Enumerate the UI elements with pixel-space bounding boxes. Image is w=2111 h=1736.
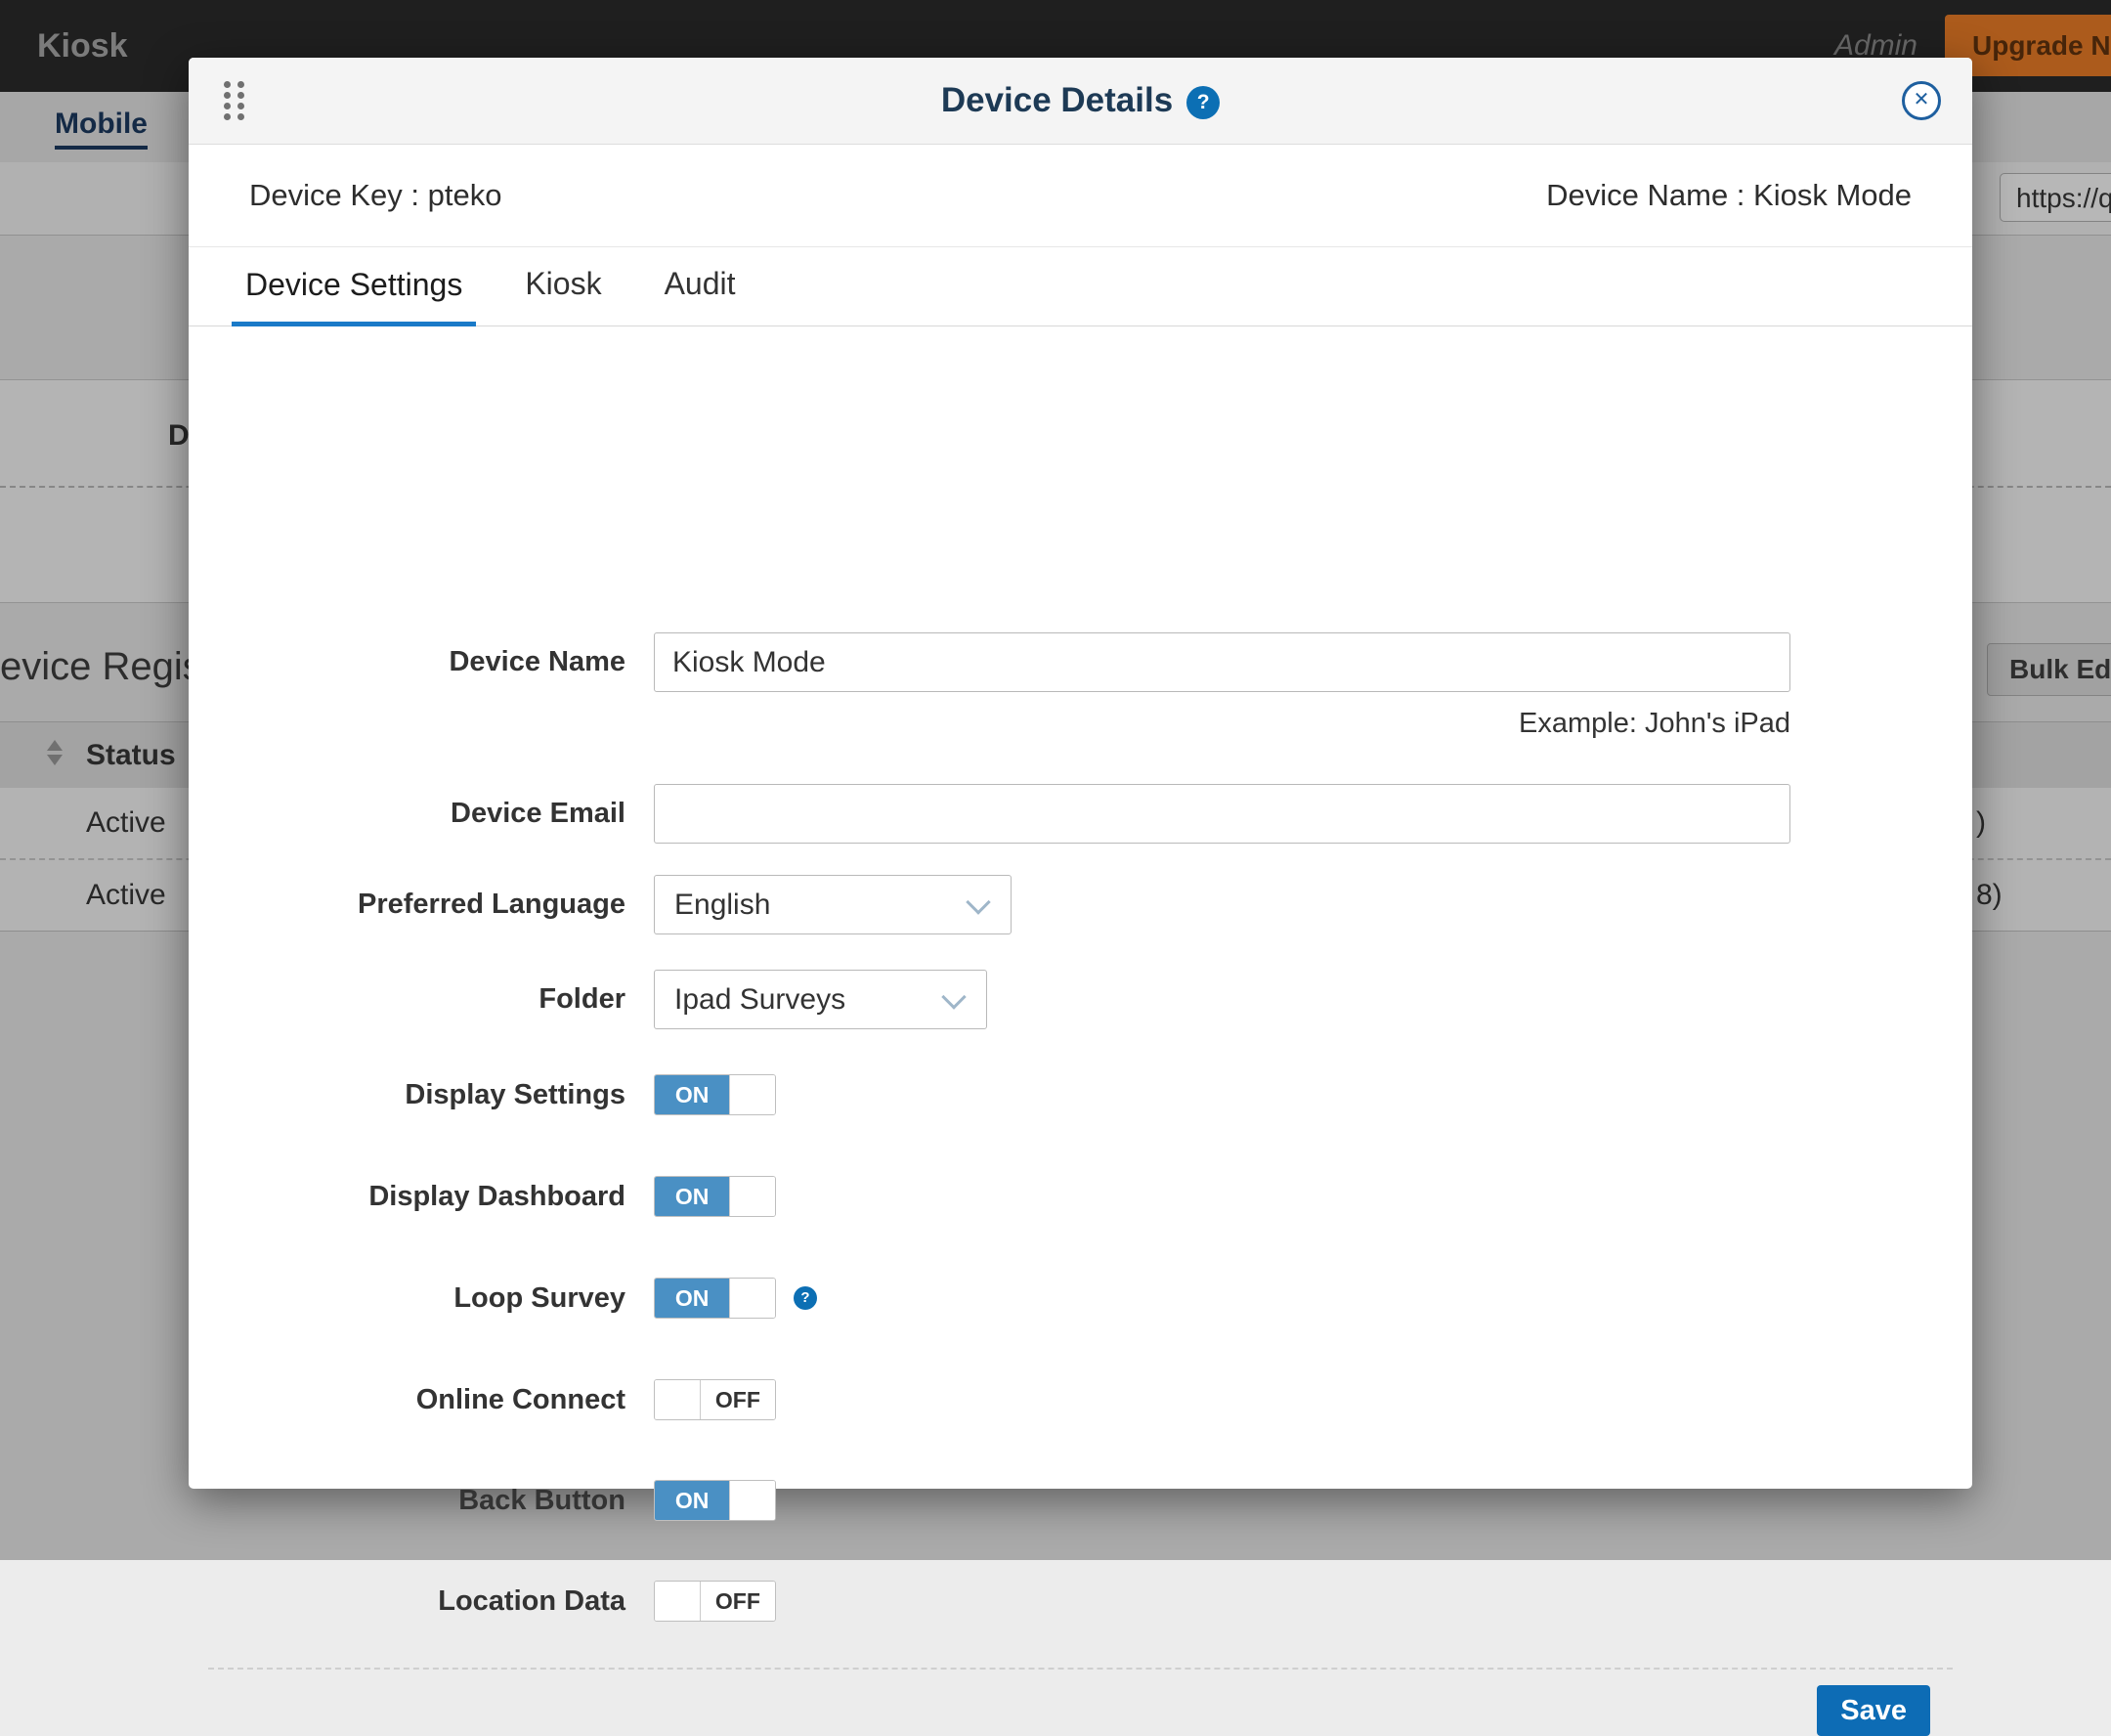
online-connect-label: Online Connect [189, 1379, 625, 1420]
location-data-label: Location Data [189, 1581, 625, 1622]
tab-kiosk[interactable]: Kiosk [511, 247, 615, 326]
device-name-input[interactable] [654, 632, 1790, 692]
device-key-text: Device Key : pteko [249, 145, 501, 246]
display-settings-label: Display Settings [189, 1074, 625, 1115]
modal-tab-bar: Device Settings Kiosk Audit [189, 247, 1972, 326]
location-data-toggle[interactable]: OFF [654, 1581, 776, 1622]
toggle-knob [655, 1380, 700, 1419]
back-button-toggle[interactable]: ON [654, 1480, 776, 1521]
device-details-modal: Device Details? ✕ Device Key : pteko Dev… [189, 58, 1972, 1489]
chevron-down-icon [966, 890, 990, 914]
folder-label: Folder [189, 970, 625, 1029]
online-connect-toggle[interactable]: OFF [654, 1379, 776, 1420]
toggle-on-label: ON [655, 1075, 729, 1114]
modal-title-text: Device Details [941, 81, 1173, 119]
back-button-label: Back Button [189, 1480, 625, 1521]
modal-title: Device Details? [189, 58, 1972, 144]
folder-select[interactable]: Ipad Surveys [654, 970, 987, 1029]
loop-survey-label: Loop Survey [189, 1278, 625, 1319]
tab-audit[interactable]: Audit [651, 247, 750, 326]
device-name-helper: Example: John's iPad [654, 708, 1790, 740]
modal-form: Device Name Example: John's iPad Device … [189, 326, 1972, 1492]
device-name-text: Device Name : Kiosk Mode [1546, 145, 1912, 246]
modal-subheader: Device Key : pteko Device Name : Kiosk M… [189, 145, 1972, 247]
toggle-knob [729, 1075, 775, 1114]
close-icon[interactable]: ✕ [1902, 81, 1941, 120]
device-email-input[interactable] [654, 784, 1790, 844]
footer-divider [208, 1668, 1953, 1670]
loop-survey-toggle[interactable]: ON [654, 1278, 776, 1319]
folder-value: Ipad Surveys [674, 971, 845, 1028]
display-dashboard-label: Display Dashboard [189, 1176, 625, 1217]
display-settings-toggle[interactable]: ON [654, 1074, 776, 1115]
modal-header: Device Details? ✕ [189, 58, 1972, 145]
loop-survey-help-icon[interactable]: ? [794, 1286, 817, 1310]
toggle-off-label: OFF [700, 1582, 775, 1621]
toggle-on-label: ON [655, 1177, 729, 1216]
toggle-on-label: ON [655, 1279, 729, 1318]
toggle-on-label: ON [655, 1481, 729, 1520]
device-name-label: Device Name [189, 632, 625, 692]
toggle-knob [655, 1582, 700, 1621]
tab-device-settings[interactable]: Device Settings [232, 247, 476, 326]
toggle-knob [729, 1279, 775, 1318]
display-dashboard-toggle[interactable]: ON [654, 1176, 776, 1217]
save-button[interactable]: Save [1817, 1685, 1930, 1736]
preferred-language-select[interactable]: English [654, 875, 1012, 934]
modal-help-icon[interactable]: ? [1186, 86, 1220, 119]
toggle-knob [729, 1481, 775, 1520]
toggle-knob [729, 1177, 775, 1216]
toggle-off-label: OFF [700, 1380, 775, 1419]
chevron-down-icon [941, 984, 966, 1009]
device-email-label: Device Email [189, 784, 625, 844]
preferred-language-value: English [674, 876, 770, 933]
preferred-language-label: Preferred Language [189, 875, 625, 934]
